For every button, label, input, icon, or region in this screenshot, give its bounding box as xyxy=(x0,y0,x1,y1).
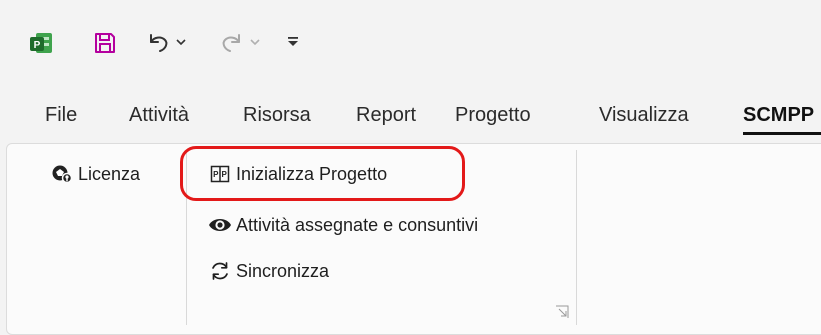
sync-label: Sincronizza xyxy=(236,260,330,281)
tab-risorsa[interactable]: Risorsa xyxy=(243,104,311,127)
assigned-tasks-label: Attività assegnate e consuntivi xyxy=(236,214,479,235)
quick-access-toolbar: P xyxy=(0,0,821,80)
tab-visualizza[interactable]: Visualizza xyxy=(599,104,689,127)
eye-icon xyxy=(208,213,232,237)
group-separator xyxy=(576,150,577,325)
undo-dropdown-chevron-icon[interactable] xyxy=(176,36,186,48)
assigned-tasks-button[interactable]: Attività assegnate e consuntivi xyxy=(208,213,478,237)
tab-file[interactable]: File xyxy=(45,104,77,127)
save-icon[interactable] xyxy=(92,30,118,56)
ribbon-tabs: File Attività Risorsa Report Progetto Vi… xyxy=(0,96,821,140)
license-label: Licenza xyxy=(78,163,141,184)
undo-icon[interactable] xyxy=(144,30,172,56)
tab-scmpp[interactable]: SCMPP xyxy=(743,104,814,127)
redo-icon xyxy=(218,30,246,56)
redo-dropdown-chevron-icon xyxy=(250,36,260,48)
tab-attivita[interactable]: Attività xyxy=(129,104,189,127)
red-highlight-annotation xyxy=(180,146,465,201)
sync-icon xyxy=(208,259,232,283)
project-app-icon: P xyxy=(28,30,54,56)
active-tab-indicator xyxy=(743,132,821,135)
dialog-launcher-icon[interactable] xyxy=(555,305,569,319)
license-icon xyxy=(50,162,74,186)
sync-button[interactable]: Sincronizza xyxy=(208,259,329,283)
tab-progetto[interactable]: Progetto xyxy=(455,104,531,127)
customize-qat-icon[interactable] xyxy=(286,32,300,50)
svg-text:P: P xyxy=(34,40,41,51)
license-button[interactable]: Licenza xyxy=(50,162,140,186)
tab-report[interactable]: Report xyxy=(356,104,416,127)
